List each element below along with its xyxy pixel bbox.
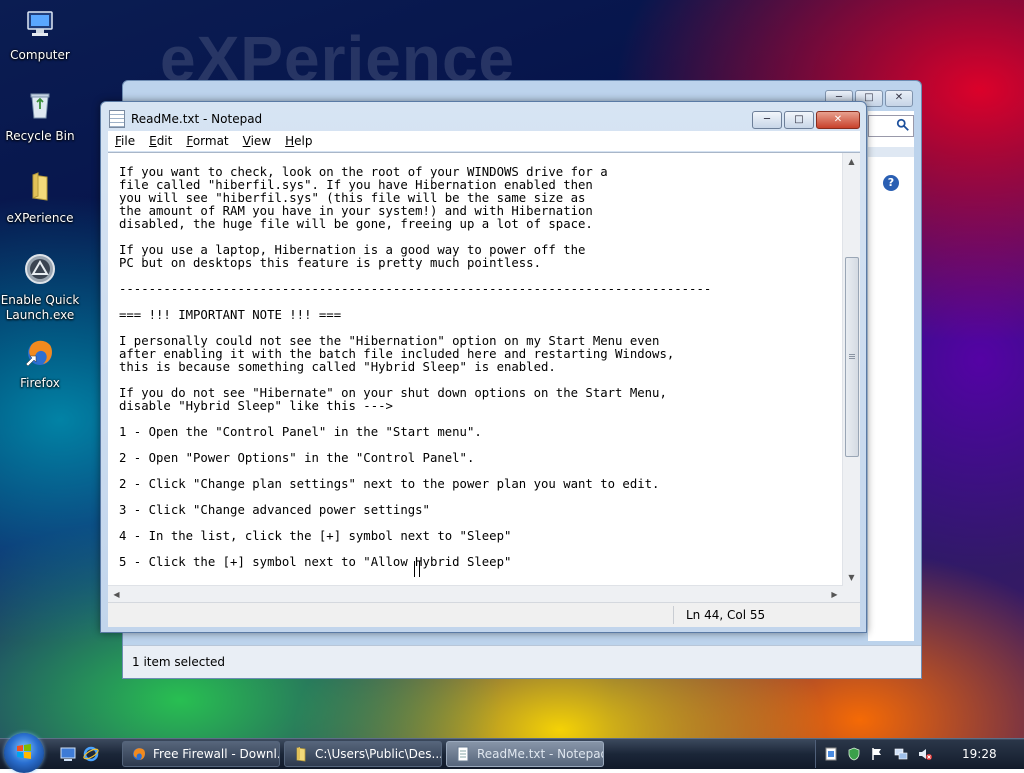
menu-bar: File Edit Format View Help: [108, 131, 860, 151]
search-icon[interactable]: [896, 118, 910, 132]
maximize-button[interactable]: □: [784, 111, 814, 129]
taskbar-item-notepad[interactable]: ReadMe.txt - Notepad: [446, 741, 604, 767]
help-icon[interactable]: ?: [883, 175, 899, 191]
notepad-icon: [109, 110, 125, 128]
taskbar-item-label: C:\Users\Public\Des...: [315, 747, 442, 761]
security-shield-icon[interactable]: [847, 747, 861, 761]
search-input[interactable]: [868, 115, 914, 137]
text-cursor-icon: [414, 561, 420, 577]
scroll-up-icon[interactable]: ▲: [843, 153, 860, 170]
notepad-titlebar[interactable]: ReadMe.txt - Notepad: [109, 109, 262, 129]
clock[interactable]: 19:28: [962, 747, 997, 761]
text-line[interactable]: 5 - Click the [+] symbol next to "Allow …: [119, 556, 839, 569]
windows-logo-icon: [17, 744, 31, 759]
explorer-status-bar: 1 item selected: [123, 645, 921, 678]
explorer-toolbar: [868, 147, 914, 157]
horizontal-scrollbar[interactable]: ◀ ▶: [108, 585, 843, 603]
show-desktop-icon[interactable]: [60, 746, 76, 762]
scroll-thumb[interactable]: [845, 257, 859, 457]
desktop: eXPerience Computer Recycle Bin eXPerien…: [0, 0, 1024, 738]
action-center-flag-icon[interactable]: [870, 747, 884, 761]
taskbar-item-label: Free Firewall - Downl...: [153, 747, 280, 761]
taskbar-item-explorer[interactable]: C:\Users\Public\Des...: [284, 741, 442, 767]
notepad-status-bar: Ln 44, Col 55: [108, 602, 860, 627]
taskbar-item-label: ReadMe.txt - Notepad: [477, 747, 604, 761]
desktop-icon-label: Recycle Bin: [5, 129, 75, 143]
menu-format[interactable]: Format: [179, 134, 235, 148]
text-line[interactable]: PC but on desktops this feature is prett…: [119, 257, 839, 270]
firefox-icon: [133, 748, 145, 760]
cursor-position: Ln 44, Col 55: [686, 608, 766, 622]
folder-icon: [296, 747, 306, 762]
desktop-icon-experience-folder[interactable]: eXPerience: [0, 171, 80, 226]
text-line[interactable]: === !!! IMPORTANT NOTE !!! ===: [119, 309, 839, 322]
notepad-icon: [457, 746, 469, 762]
minimize-button[interactable]: ─: [752, 111, 782, 129]
start-button[interactable]: [4, 733, 44, 773]
notepad-window-controls: ─ □ ✕: [752, 111, 860, 129]
status-separator: [673, 606, 674, 624]
text-line[interactable]: disable "Hybrid Sleep" like this --->: [119, 400, 839, 413]
vertical-scrollbar[interactable]: ▲ ▼: [842, 153, 860, 586]
text-line[interactable]: 2 - Open "Power Options" in the "Control…: [119, 452, 839, 465]
desktop-icon-firefox[interactable]: Firefox: [0, 336, 80, 391]
text-line[interactable]: disabled, the huge file will be gone, fr…: [119, 218, 839, 231]
text-line[interactable]: ----------------------------------------…: [119, 283, 839, 296]
system-tray: 19:28: [815, 740, 1024, 768]
text-line[interactable]: 4 - In the list, click the [+] symbol ne…: [119, 530, 839, 543]
window-title: ReadMe.txt - Notepad: [131, 112, 263, 126]
document-tray-icon[interactable]: [824, 747, 838, 761]
desktop-icon-label: eXPerience: [6, 211, 74, 225]
desktop-icon-enable-quick-launch[interactable]: Enable Quick Launch.exe: [0, 253, 80, 323]
scroll-left-icon[interactable]: ◀: [108, 586, 125, 603]
internet-explorer-icon[interactable]: [83, 746, 99, 762]
text-line[interactable]: 2 - Click "Change plan settings" next to…: [119, 478, 839, 491]
close-button[interactable]: ✕: [816, 111, 860, 129]
text-editor[interactable]: If you want to check, look on the root o…: [108, 152, 860, 586]
app-icon: [25, 254, 55, 284]
firefox-icon: [25, 340, 52, 367]
desktop-icon-label: Firefox: [20, 376, 60, 390]
text-line[interactable]: 1 - Open the "Control Panel" in the "Sta…: [119, 426, 839, 439]
scroll-right-icon[interactable]: ▶: [826, 586, 843, 603]
network-icon[interactable]: [894, 747, 908, 761]
explorer-status-text: 1 item selected: [132, 655, 226, 669]
grip-icon: [849, 354, 855, 360]
taskbar-item-firefox[interactable]: Free Firewall - Downl...: [122, 741, 280, 767]
desktop-icon-label: Computer: [10, 48, 70, 62]
text-line[interactable]: 3 - Click "Change advanced power setting…: [119, 504, 839, 517]
desktop-icon-computer[interactable]: Computer: [0, 8, 80, 63]
close-button[interactable]: ✕: [885, 90, 913, 107]
text-line[interactable]: this is because something called "Hybrid…: [119, 361, 839, 374]
taskbar: Free Firewall - Downl... C:\Users\Public…: [0, 733, 1024, 773]
document-text[interactable]: If you want to check, look on the root o…: [119, 166, 839, 569]
notepad-window[interactable]: ReadMe.txt - Notepad ─ □ ✕ File Edit For…: [100, 101, 867, 633]
recycle-bin-icon: [30, 93, 50, 119]
menu-help[interactable]: Help: [278, 134, 319, 148]
menu-file[interactable]: File: [108, 134, 142, 148]
folder-icon: [32, 172, 48, 201]
desktop-icon-recycle-bin[interactable]: Recycle Bin: [0, 89, 80, 144]
computer-icon: [27, 11, 53, 36]
volume-muted-icon[interactable]: [918, 747, 932, 761]
desktop-icon-label: Enable Quick Launch.exe: [0, 293, 80, 322]
menu-edit[interactable]: Edit: [142, 134, 179, 148]
scrollbar-corner: [843, 585, 860, 602]
menu-view[interactable]: View: [236, 134, 278, 148]
scroll-down-icon[interactable]: ▼: [843, 569, 860, 586]
